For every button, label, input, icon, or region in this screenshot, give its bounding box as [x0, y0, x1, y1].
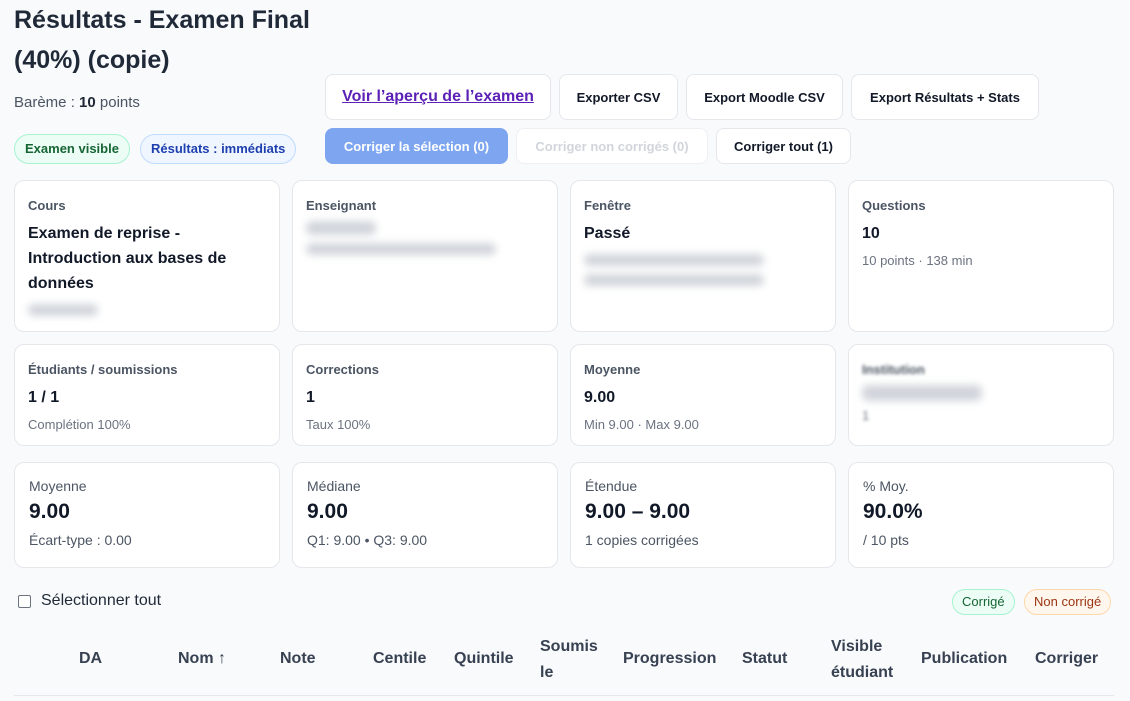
- institution-redacted: [862, 385, 982, 401]
- col-da[interactable]: DA: [79, 646, 102, 672]
- stat-median-label: Médiane: [307, 478, 361, 494]
- col-quintile[interactable]: Quintile: [454, 646, 514, 672]
- stat-median-value: 9.00: [307, 500, 348, 523]
- stat-range-sub: 1 copies corrigées: [585, 532, 699, 548]
- questions-value: 10: [862, 225, 880, 242]
- course-redacted: [28, 304, 98, 316]
- col-progress[interactable]: Progression: [623, 646, 716, 672]
- col-grade[interactable]: Note: [280, 646, 316, 672]
- preview-exam-link[interactable]: Voir l’aperçu de l’examen: [325, 74, 551, 120]
- course-card: Cours Examen de reprise - Introduction a…: [14, 180, 280, 332]
- col-name-sorted[interactable]: Nom ↑: [178, 646, 226, 672]
- stat-median: Médiane 9.00 Q1: 9.00 • Q3: 9.00: [292, 462, 558, 568]
- grade-selection-button[interactable]: Corriger la sélection (0): [325, 128, 508, 164]
- course-value: Examen de reprise - Introduction aux bas…: [28, 225, 227, 292]
- stat-range-value: 9.00 – 9.00: [585, 500, 691, 523]
- questions-card: Questions 10 10 points · 138 min: [848, 180, 1114, 332]
- window-redacted-end: [584, 274, 764, 286]
- stat-percent-sub: / 10 pts: [863, 532, 909, 548]
- results-table-header: DA Nom ↑ Note Centile Quintile Soumis le…: [14, 632, 1114, 696]
- stat-median-sub: Q1: 9.00 • Q3: 9.00: [307, 532, 428, 548]
- stat-percent-value: 90.0%: [863, 500, 923, 523]
- col-visible-student[interactable]: Visible étudiant: [831, 634, 903, 686]
- window-label: Fenêtre: [584, 198, 631, 213]
- col-correct[interactable]: Corriger: [1035, 646, 1098, 672]
- stat-range-label: Étendue: [585, 478, 638, 494]
- students-sub: Complétion 100%: [28, 417, 131, 432]
- col-status[interactable]: Statut: [742, 646, 787, 672]
- stat-mean: Moyenne 9.00 Écart-type : 0.00: [14, 462, 280, 568]
- average-sub: Min 9.00 · Max 9.00: [584, 417, 699, 432]
- page-title: Résultats - Examen Final (40%) (copie): [14, 6, 310, 74]
- teacher-card: Enseignant: [292, 180, 558, 332]
- legend-ungraded: Non corrigé: [1024, 589, 1112, 615]
- badge-exam-visible: Examen visible: [14, 134, 130, 164]
- select-all-label: Sélectionner tout: [41, 592, 162, 609]
- average-value: 9.00: [584, 389, 616, 406]
- stat-percent: % Moy. 90.0% / 10 pts: [848, 462, 1114, 568]
- grade-ungraded-button[interactable]: Corriger non corrigés (0): [516, 128, 708, 164]
- bareme-value: 10: [79, 94, 96, 111]
- questions-sub: 10 points · 138 min: [862, 253, 973, 268]
- stat-range: Étendue 9.00 – 9.00 1 copies corrigées: [570, 462, 836, 568]
- students-value: 1 / 1: [28, 389, 60, 406]
- badge-results-immediate: Résultats : immédiats: [140, 134, 297, 164]
- teacher-label: Enseignant: [306, 198, 377, 213]
- window-redacted-start: [584, 254, 764, 266]
- export-moodle-button[interactable]: Export Moodle CSV: [686, 74, 843, 120]
- teacher-redacted-name: [306, 221, 376, 235]
- export-csv-button[interactable]: Exporter CSV: [559, 74, 678, 120]
- institution-sub: 1: [862, 408, 870, 423]
- students-label: Étudiants / soumissions: [28, 362, 178, 377]
- grade-all-button[interactable]: Corriger tout (1): [716, 128, 851, 164]
- corrections-value: 1: [306, 389, 315, 406]
- teacher-redacted-email: [306, 243, 496, 255]
- institution-card: Institution 1: [848, 344, 1114, 446]
- export-stats-button[interactable]: Export Résultats + Stats: [851, 74, 1039, 120]
- average-label: Moyenne: [584, 362, 641, 377]
- stat-percent-label: % Moy.: [863, 478, 909, 494]
- select-all[interactable]: Sélectionner tout: [18, 592, 161, 610]
- col-submitted[interactable]: Soumis le: [540, 634, 604, 686]
- legend-graded: Corrigé: [952, 589, 1015, 615]
- questions-label: Questions: [862, 198, 926, 213]
- students-card: Étudiants / soumissions 1 / 1 Complétion…: [14, 344, 280, 446]
- stat-mean-value: 9.00: [29, 500, 70, 523]
- institution-label: Institution: [862, 362, 925, 377]
- corrections-label: Corrections: [306, 362, 379, 377]
- course-label: Cours: [28, 198, 66, 213]
- average-card: Moyenne 9.00 Min 9.00 · Max 9.00: [570, 344, 836, 446]
- bareme-unit: points: [95, 94, 140, 111]
- corrections-sub: Taux 100%: [306, 417, 371, 432]
- window-card: Fenêtre Passé: [570, 180, 836, 332]
- corrections-card: Corrections 1 Taux 100%: [292, 344, 558, 446]
- bareme-label: Barème :: [14, 94, 80, 111]
- col-centile[interactable]: Centile: [373, 646, 426, 672]
- col-publication[interactable]: Publication: [921, 646, 1007, 672]
- stat-mean-sub: Écart-type : 0.00: [29, 532, 132, 548]
- window-value: Passé: [584, 225, 631, 242]
- stat-mean-label: Moyenne: [29, 478, 87, 494]
- select-all-checkbox[interactable]: [18, 594, 31, 608]
- bareme: Barème : 10 points: [14, 94, 140, 111]
